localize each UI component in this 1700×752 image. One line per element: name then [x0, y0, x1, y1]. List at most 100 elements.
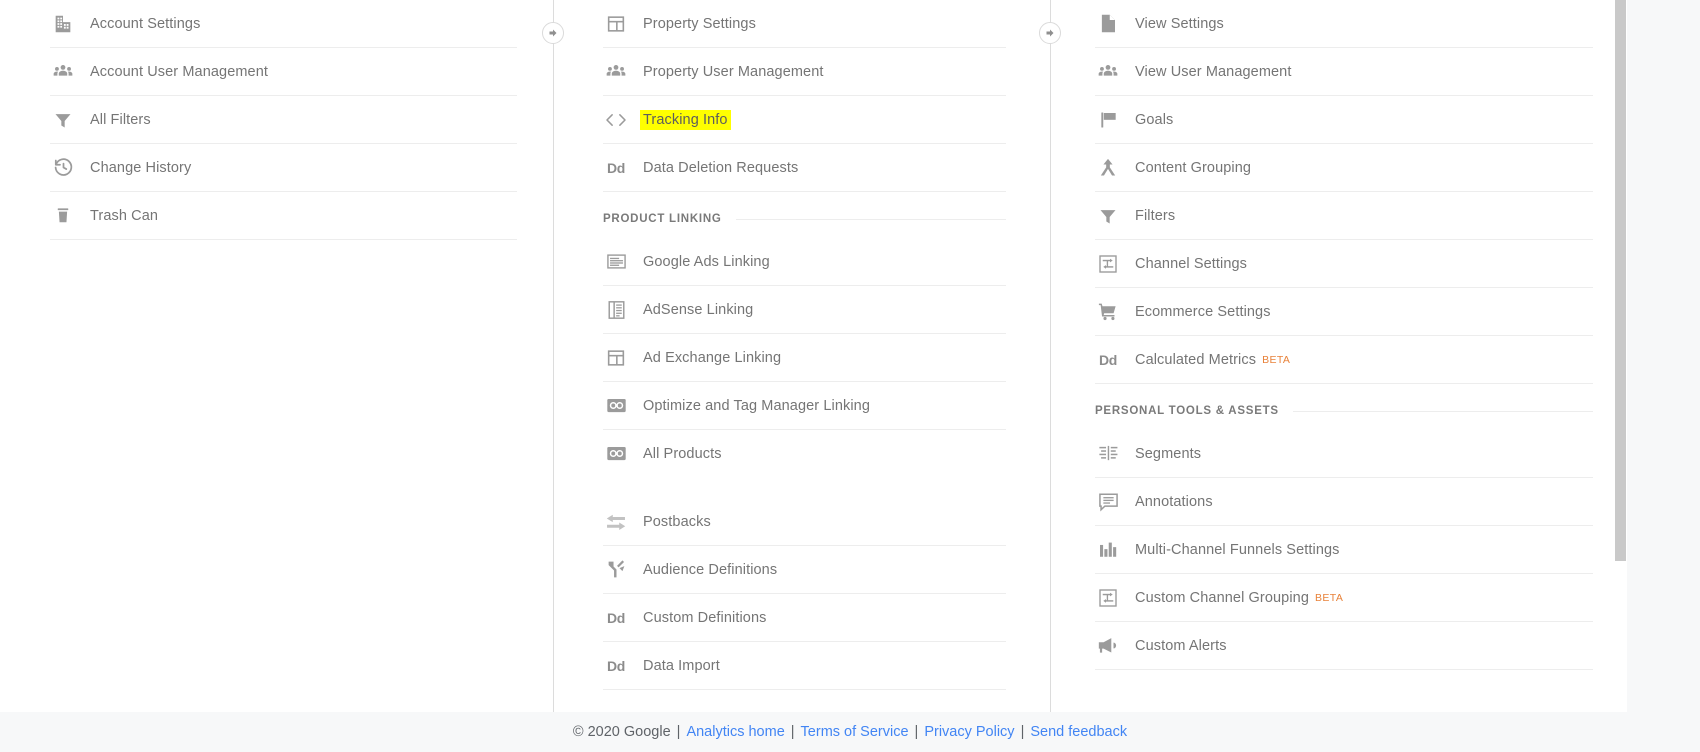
shopping-cart-icon [1095, 300, 1121, 324]
vertical-scrollbar[interactable] [1615, 0, 1627, 712]
audience-branch-icon [603, 558, 629, 582]
sidebar-item-audience-definitions[interactable]: Audience Definitions [603, 546, 1006, 594]
sidebar-item-channel-settings[interactable]: Channel Settings [1095, 240, 1593, 288]
segments-icon [1095, 442, 1121, 466]
sidebar-item-property-user-management[interactable]: Property User Management [603, 48, 1006, 96]
property-column-list: Property Settings [553, 0, 1050, 690]
code-brackets-icon [603, 108, 629, 132]
trash-icon [50, 204, 76, 228]
sidebar-item-all-filters[interactable]: All Filters [50, 96, 517, 144]
sidebar-item-trash-can[interactable]: Trash Can [50, 192, 517, 240]
sidebar-item-goals[interactable]: Goals [1095, 96, 1593, 144]
sidebar-item-label: Calculated Metrics [1135, 352, 1256, 368]
sidebar-item-label: Audience Definitions [643, 562, 777, 578]
sidebar-item-filters[interactable]: Filters [1095, 192, 1593, 240]
footer-link-terms-of-service[interactable]: Terms of Service [801, 724, 909, 740]
footer-separator: | [915, 724, 919, 740]
expand-arrow-icon[interactable] [1039, 22, 1061, 44]
document-icon [1095, 12, 1121, 36]
sidebar-item-data-deletion-requests[interactable]: Dd Data Deletion Requests [603, 144, 1006, 192]
link-chain-icon [603, 442, 629, 466]
page-footer: © 2020 Google | Analytics home | Terms o… [0, 712, 1700, 752]
section-heading-label: PERSONAL TOOLS & ASSETS [1095, 405, 1279, 417]
channel-arrows-icon [1095, 586, 1121, 610]
sidebar-item-label: Segments [1135, 446, 1201, 462]
channel-arrows-icon [1095, 252, 1121, 276]
sidebar-item-label: Google Ads Linking [643, 254, 770, 270]
sidebar-item-label: Ecommerce Settings [1135, 304, 1271, 320]
sidebar-item-postbacks[interactable]: Postbacks [603, 498, 1006, 546]
property-column: Property Settings [553, 0, 1050, 712]
section-heading-product-linking: PRODUCT LINKING [603, 192, 1006, 238]
account-column-list: Account Settings [0, 0, 553, 240]
sidebar-item-label: Data Import [643, 658, 720, 674]
sidebar-item-label: Annotations [1135, 494, 1213, 510]
sidebar-item-label: Custom Alerts [1135, 638, 1227, 654]
people-icon [603, 60, 629, 84]
sidebar-item-account-user-management[interactable]: Account User Management [50, 48, 517, 96]
footer-link-privacy-policy[interactable]: Privacy Policy [924, 724, 1014, 740]
sidebar-item-annotations[interactable]: Annotations [1095, 478, 1593, 526]
sidebar-item-custom-alerts[interactable]: Custom Alerts [1095, 622, 1593, 670]
sidebar-item-label: View User Management [1135, 64, 1291, 80]
footer-copyright: © 2020 Google [573, 724, 671, 740]
dd-icon: Dd [1095, 348, 1121, 372]
scrollbar-thumb[interactable] [1615, 0, 1626, 561]
sidebar-item-content-grouping[interactable]: Content Grouping [1095, 144, 1593, 192]
sidebar-item-label: Custom Definitions [643, 610, 767, 626]
sidebar-item-data-import[interactable]: Dd Data Import [603, 642, 1006, 690]
comment-icon [1095, 490, 1121, 514]
sidebar-item-view-user-management[interactable]: View User Management [1095, 48, 1593, 96]
sidebar-item-optimize-tag-manager-linking[interactable]: Optimize and Tag Manager Linking [603, 382, 1006, 430]
sidebar-item-all-products[interactable]: All Products [603, 430, 1006, 478]
sidebar-item-adsense-linking[interactable]: AdSense Linking [603, 286, 1006, 334]
status-badge: BETA [1315, 592, 1343, 604]
adsense-icon [603, 298, 629, 322]
dd-icon: Dd [603, 654, 629, 678]
expand-arrow-icon[interactable] [542, 22, 564, 44]
sidebar-item-label: Custom Channel Grouping [1135, 590, 1309, 606]
section-heading-label: PRODUCT LINKING [603, 213, 722, 225]
bar-chart-icon [1095, 538, 1121, 562]
sidebar-item-label: Account Settings [90, 16, 200, 32]
sidebar-item-label: Account User Management [90, 64, 268, 80]
sidebar-item-segments[interactable]: Segments [1095, 430, 1593, 478]
sidebar-item-ad-exchange-linking[interactable]: Ad Exchange Linking [603, 334, 1006, 382]
funnel-icon [50, 108, 76, 132]
sidebar-item-property-settings[interactable]: Property Settings [603, 0, 1006, 48]
sidebar-item-view-settings[interactable]: View Settings [1095, 0, 1593, 48]
sidebar-item-label: Filters [1135, 208, 1175, 224]
footer-separator: | [791, 724, 795, 740]
view-column: View Settings [1050, 0, 1627, 712]
postback-arrows-icon [603, 510, 629, 534]
sidebar-item-custom-channel-grouping[interactable]: Custom Channel Grouping BETA [1095, 574, 1593, 622]
megaphone-icon [1095, 634, 1121, 658]
section-heading-personal-tools: PERSONAL TOOLS & ASSETS [1095, 384, 1593, 430]
dd-icon: Dd [603, 156, 629, 180]
sidebar-item-custom-definitions[interactable]: Dd Custom Definitions [603, 594, 1006, 642]
footer-link-send-feedback[interactable]: Send feedback [1030, 724, 1127, 740]
sidebar-item-account-settings[interactable]: Account Settings [50, 0, 517, 48]
sidebar-item-label: Change History [90, 160, 191, 176]
sidebar-item-multi-channel-funnels-settings[interactable]: Multi-Channel Funnels Settings [1095, 526, 1593, 574]
sidebar-item-label: Property User Management [643, 64, 824, 80]
people-icon [50, 60, 76, 84]
link-chain-icon [603, 394, 629, 418]
content-surface: Account Settings [0, 0, 1627, 712]
sidebar-item-label: Multi-Channel Funnels Settings [1135, 542, 1340, 558]
sidebar-item-label: Postbacks [643, 514, 711, 530]
ad-banner-icon [603, 250, 629, 274]
sidebar-item-tracking-info[interactable]: Tracking Info [603, 96, 1006, 144]
footer-link-analytics-home[interactable]: Analytics home [686, 724, 784, 740]
sidebar-item-label: Optimize and Tag Manager Linking [643, 398, 870, 414]
sidebar-item-ecommerce-settings[interactable]: Ecommerce Settings [1095, 288, 1593, 336]
sidebar-item-calculated-metrics[interactable]: Dd Calculated Metrics BETA [1095, 336, 1593, 384]
sidebar-item-change-history[interactable]: Change History [50, 144, 517, 192]
sidebar-item-label: Trash Can [90, 208, 158, 224]
view-column-divider [1050, 0, 1051, 712]
history-icon [50, 156, 76, 180]
sidebar-item-google-ads-linking[interactable]: Google Ads Linking [603, 238, 1006, 286]
account-column: Account Settings [0, 0, 553, 712]
building-icon [50, 12, 76, 36]
sidebar-item-label: Ad Exchange Linking [643, 350, 781, 366]
